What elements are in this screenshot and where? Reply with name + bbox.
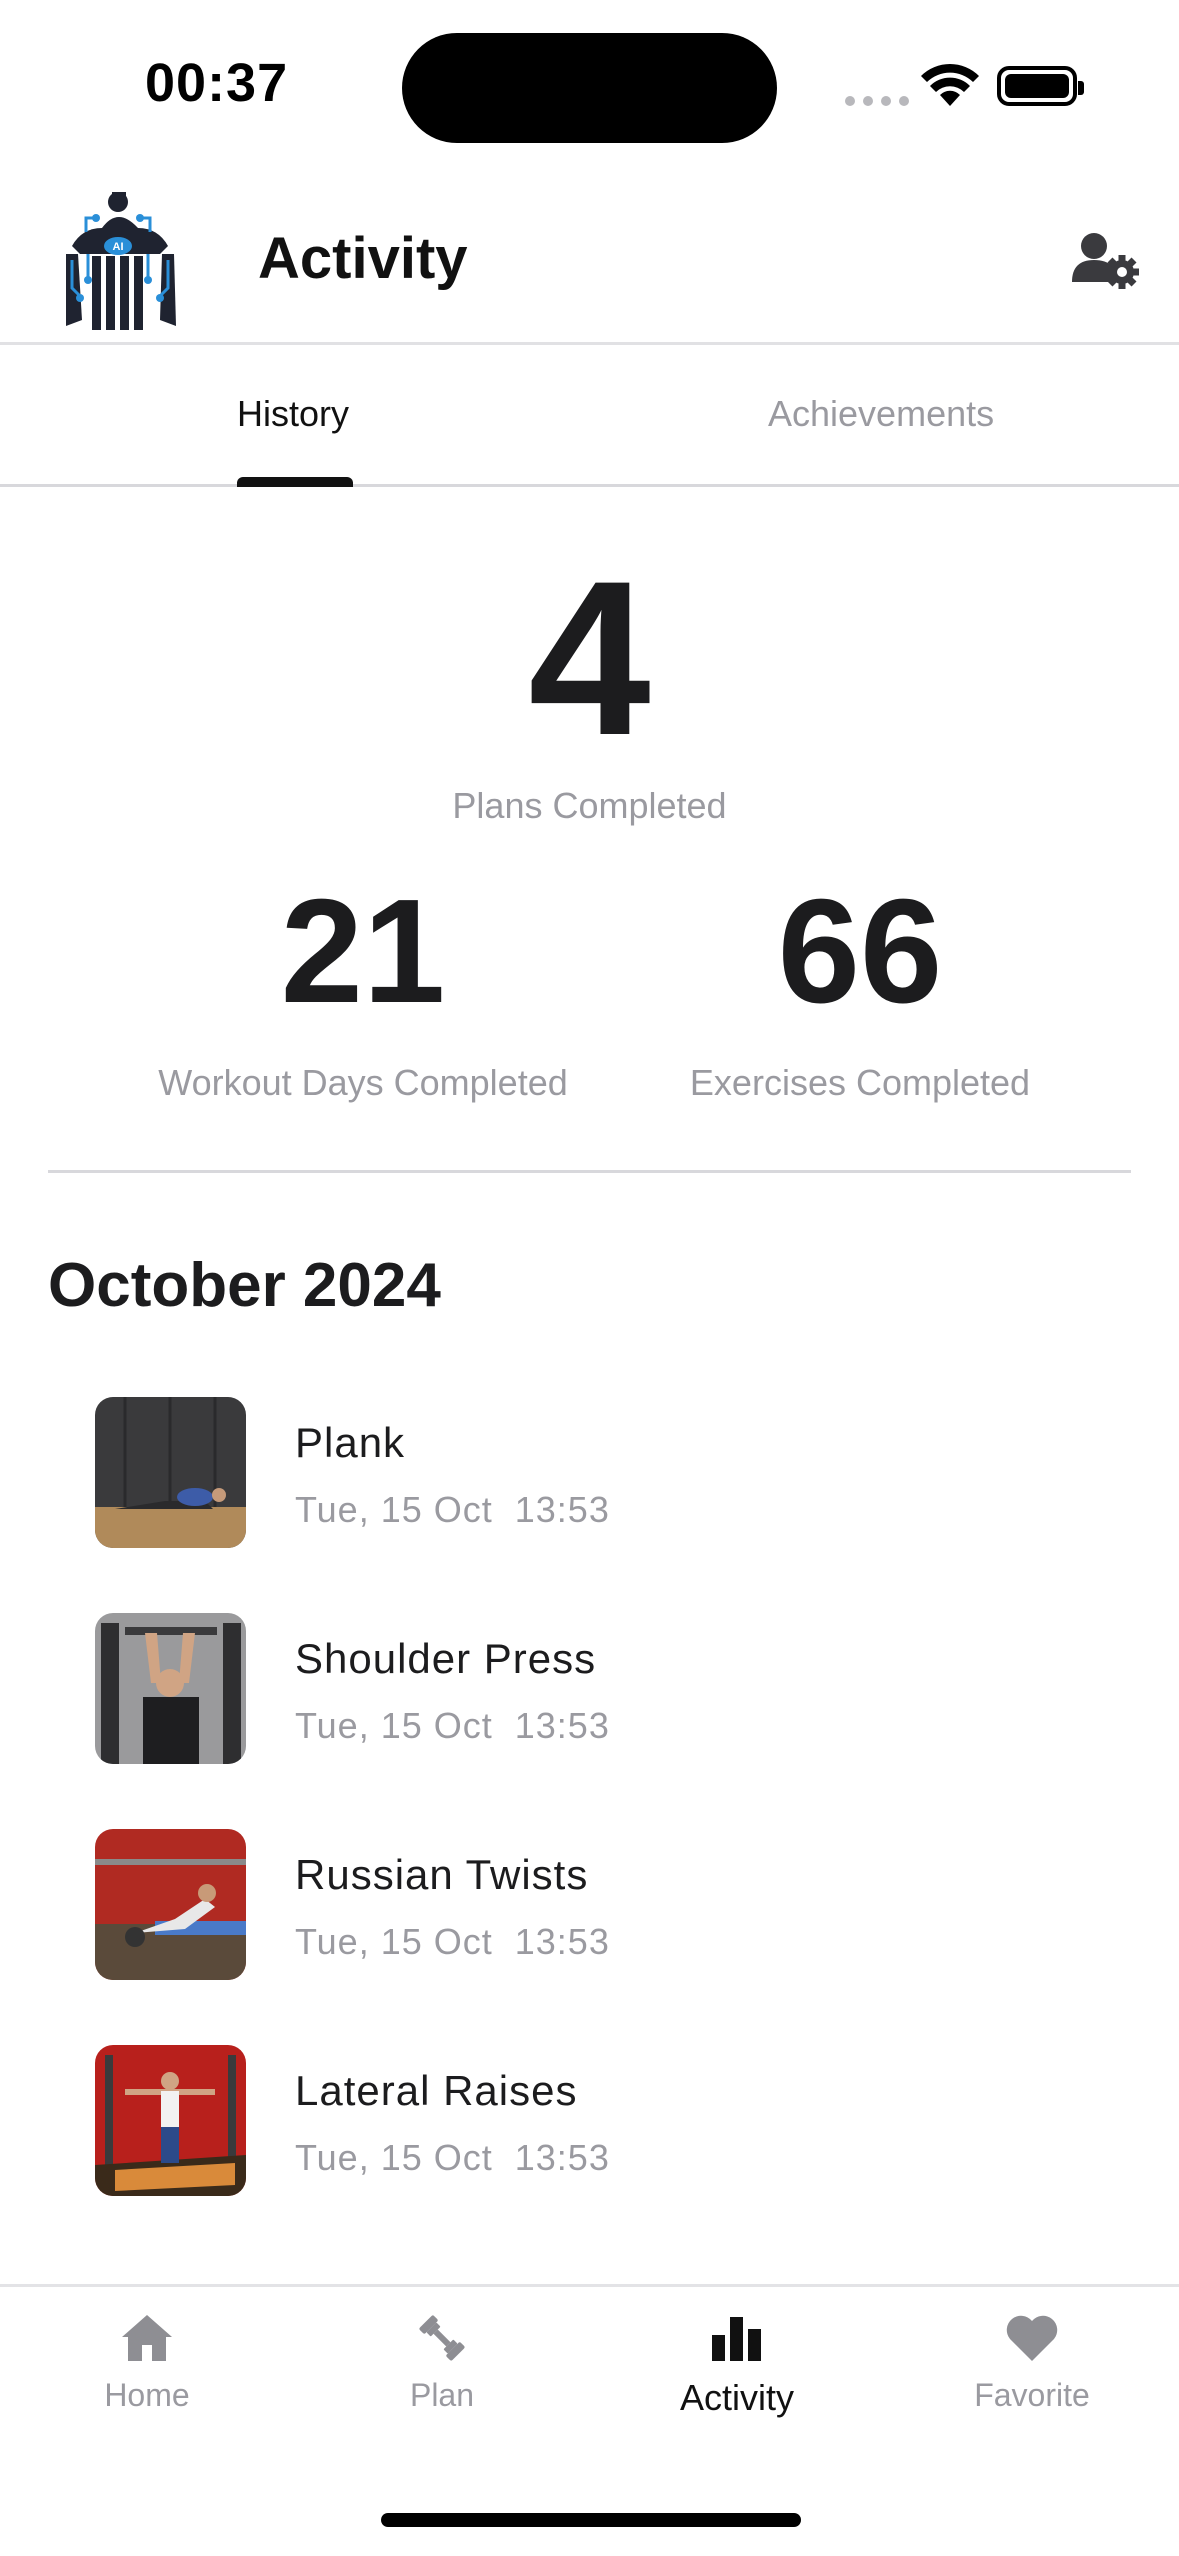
divider: [48, 1170, 1131, 1173]
home-icon: [122, 2315, 172, 2361]
month-heading: October 2024: [48, 1251, 441, 1320]
list-item[interactable]: Shoulder Press Tue, 15 Oct 13:53: [95, 1613, 1095, 1829]
ai-robot-logo: AI: [66, 192, 176, 330]
list-item[interactable]: Lateral Raises Tue, 15 Oct 13:53: [95, 2045, 1095, 2261]
exercise-thumbnail-russian-twists: [95, 1829, 246, 1980]
exercises-count: 66: [777, 869, 943, 1034]
exercise-date: Tue, 15 Oct 13:53: [295, 1705, 610, 1746]
svg-text:AI: AI: [113, 241, 124, 253]
list-item[interactable]: Plank Tue, 15 Oct 13:53: [95, 1397, 1095, 1613]
home-indicator: [381, 2513, 801, 2527]
exercises-label: Exercises Completed: [689, 1062, 1031, 1103]
workout-days-label: Workout Days Completed: [158, 1062, 568, 1103]
wifi-icon: [921, 63, 979, 106]
exercise-thumbnail-plank: [95, 1397, 246, 1548]
active-tab-indicator: [237, 477, 353, 487]
status-time: 00:37: [145, 53, 289, 113]
battery-icon: [997, 66, 1084, 106]
page-title: Activity: [258, 226, 468, 291]
exercise-name: Plank: [295, 1419, 406, 1466]
list-item[interactable]: Russian Twists Tue, 15 Oct 13:53: [95, 1829, 1095, 2045]
exercise-thumbnail-lateral-raises: [95, 2045, 246, 2196]
exercise-date: Tue, 15 Oct 13:53: [295, 1921, 610, 1962]
segment-tabs: History Achievements: [0, 345, 1179, 487]
heart-icon: [1006, 2315, 1058, 2361]
nav-label: Plan: [409, 2377, 475, 2413]
dumbbell-icon: [419, 2315, 465, 2361]
nav-home[interactable]: Home: [47, 2313, 247, 2414]
plans-completed-label: Plans Completed: [452, 785, 727, 826]
bar-chart-icon: [712, 2317, 761, 2361]
user-settings-icon[interactable]: [1072, 230, 1140, 290]
nav-label: Home: [104, 2377, 190, 2413]
nav-activity[interactable]: Activity: [637, 2313, 837, 2419]
tab-history[interactable]: History: [237, 393, 349, 435]
plans-completed-count: 4: [528, 535, 651, 781]
nav-label: Favorite: [974, 2377, 1090, 2413]
exercise-date: Tue, 15 Oct 13:53: [295, 2137, 610, 2178]
nav-favorite[interactable]: Favorite: [932, 2313, 1132, 2414]
exercise-thumbnail-shoulder-press: [95, 1613, 246, 1764]
tab-achievements[interactable]: Achievements: [768, 393, 994, 435]
cellular-signal-icon: [845, 96, 909, 106]
exercise-name: Lateral Raises: [295, 2067, 578, 2114]
exercise-name: Shoulder Press: [295, 1635, 597, 1682]
exercise-name: Russian Twists: [295, 1851, 589, 1898]
app-header: AI Activity: [0, 170, 1179, 345]
exercise-date: Tue, 15 Oct 13:53: [295, 1489, 610, 1530]
workout-days-count: 21: [280, 869, 446, 1034]
dynamic-island: [402, 33, 777, 143]
history-list: Plank Tue, 15 Oct 13:53 Shoulder Press T…: [95, 1397, 1095, 2261]
nav-label: Activity: [679, 2377, 794, 2418]
nav-plan[interactable]: Plan: [342, 2313, 542, 2414]
status-bar: 00:37: [0, 0, 1179, 170]
